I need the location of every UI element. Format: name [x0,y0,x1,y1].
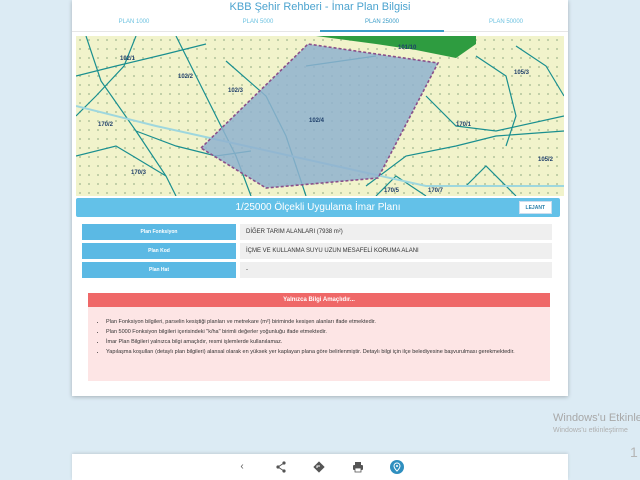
map-label: 102/1 [120,56,136,62]
map-label: 102/4 [309,118,325,124]
disclaimer-box: Yalnızca Bilgi Amaçlıdır... Plan Fonksiy… [88,293,550,381]
info-row-function: Plan Fonksiyon DİĞER TARIM ALANLARI (793… [82,224,552,240]
tab-plan-5000[interactable]: PLAN 5000 [196,16,320,32]
map-label: 105/3 [514,70,530,76]
info-value: DİĞER TARIM ALANLARI (7938 m²) [240,224,552,240]
info-row-line: Plan Hat - [82,262,552,278]
back-icon[interactable]: ‹ [235,460,249,474]
map-canvas: 102/1 102/2 102/3 102/4 105/3 170/1 170/… [76,36,564,196]
info-value: - [240,262,552,278]
os-activation-subtitle: Windows'u etkinleştirme [553,427,628,434]
disclaimer-title: Yalnızca Bilgi Amaçlıdır... [88,293,550,307]
info-label: Plan Fonksiyon [82,224,236,240]
tab-plan-50000[interactable]: PLAN 50000 [444,16,568,32]
plan-scale-header: 1/25000 Ölçekli Uygulama İmar Planı LEJA… [76,198,560,217]
share-icon[interactable] [274,460,288,474]
info-label: Plan Kod [82,243,236,259]
plan-tabs: PLAN 1000 PLAN 5000 PLAN 25000 PLAN 5000… [72,16,568,32]
map-label: 170/5 [384,188,400,194]
plan-map[interactable]: 102/1 102/2 102/3 102/4 105/3 170/1 170/… [76,36,564,196]
disclaimer-list: Plan Fonksiyon bilgileri, parselin kesiş… [88,307,550,357]
info-row-code: Plan Kod İÇME VE KULLANMA SUYU UZUN MESA… [82,243,552,259]
os-watermark-number: 1 [630,444,638,460]
map-pin-icon[interactable] [390,460,404,474]
content-card: KBB Şehir Rehberi - İmar Plan Bilgisi PL… [72,0,568,396]
map-label: 170/2 [98,122,114,128]
plan-scale-title: 1/25000 Ölçekli Uygulama İmar Planı [235,202,401,213]
map-label: 101/10 [398,45,417,51]
map-label: 170/3 [131,170,147,176]
plan-info-table: Plan Fonksiyon DİĞER TARIM ALANLARI (793… [82,224,552,281]
bottom-toolbar: ‹ [72,454,568,480]
print-icon[interactable] [351,460,365,474]
tab-plan-25000[interactable]: PLAN 25000 [320,16,444,32]
list-item: Yapılaşma koşulları (detaylı plan bilgil… [106,347,540,357]
page-title: KBB Şehir Rehberi - İmar Plan Bilgisi [229,1,411,13]
info-label: Plan Hat [82,262,236,278]
directions-icon[interactable] [312,460,326,474]
map-label: 102/3 [228,88,244,94]
list-item: İmar Plan Bilgileri yalnızca bilgi amaçl… [106,337,540,347]
map-label: 170/1 [456,122,472,128]
tab-plan-1000[interactable]: PLAN 1000 [72,16,196,32]
os-activation-watermark: Windows'u Etkinle [553,412,640,424]
legend-button[interactable]: LEJANT [518,201,552,214]
info-value: İÇME VE KULLANMA SUYU UZUN MESAFELİ KORU… [240,243,552,259]
list-item: Plan 5000 Fonksiyon bilgileri içerisinde… [106,327,540,337]
map-label: 102/2 [178,74,194,80]
map-label: 105/2 [538,157,554,163]
list-item: Plan Fonksiyon bilgileri, parselin kesiş… [106,317,540,327]
map-label: 170/7 [428,188,444,194]
